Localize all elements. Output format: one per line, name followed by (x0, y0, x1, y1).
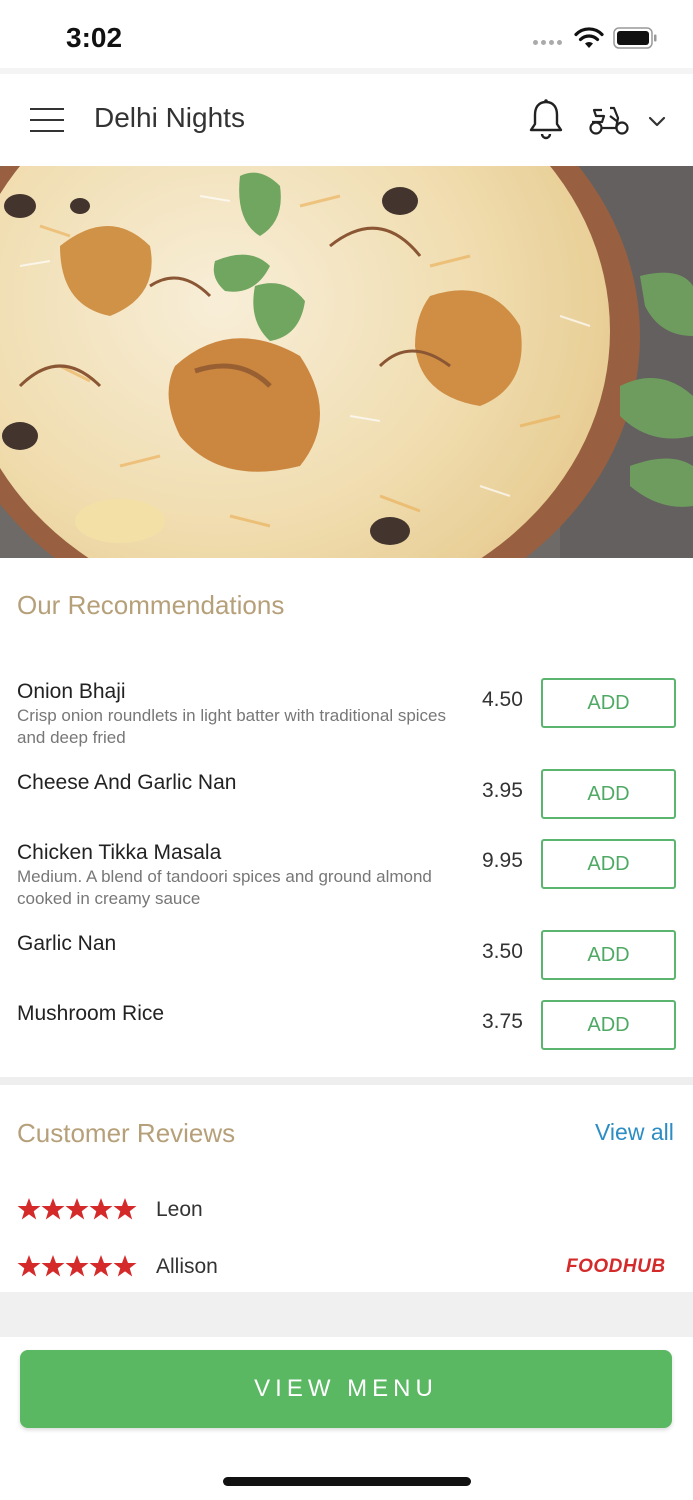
item-name: Chicken Tikka Masala (17, 841, 222, 864)
view-menu-button[interactable]: VIEW MENU (20, 1350, 672, 1428)
wifi-icon (574, 27, 604, 48)
biryani-dish-image (0, 166, 693, 558)
app-header: Delhi Nights (0, 74, 693, 166)
item-price: 3.50 (482, 940, 523, 963)
item-name: Garlic Nan (17, 932, 117, 955)
menu-item: Cheese And Garlic Nan 3.95 ADD (0, 769, 693, 819)
hero-image (0, 166, 693, 558)
add-button[interactable]: ADD (541, 1000, 676, 1050)
item-price: 4.50 (482, 688, 523, 711)
item-price: 3.75 (482, 1010, 523, 1033)
battery-icon (613, 27, 657, 49)
home-indicator (223, 1477, 471, 1486)
footer-spacer (0, 1292, 693, 1337)
reviewer-name: Leon (156, 1198, 203, 1221)
bell-icon[interactable] (527, 98, 565, 140)
status-bar: 3:02 (0, 0, 693, 70)
add-button[interactable]: ADD (541, 839, 676, 889)
signal-icon (533, 40, 565, 48)
menu-item: Mushroom Rice 3.75 ADD (0, 1000, 693, 1050)
chevron-down-icon[interactable] (647, 114, 667, 128)
item-name: Mushroom Rice (17, 1002, 165, 1025)
recommendations-title: Our Recommendations (17, 590, 285, 620)
delivery-scooter-icon[interactable] (588, 102, 630, 136)
hamburger-menu-icon[interactable] (30, 108, 64, 132)
reviews-title: Customer Reviews (17, 1118, 236, 1148)
menu-item: Garlic Nan 3.50 ADD (0, 930, 693, 980)
foodhub-logo: FOODHUB (566, 1256, 666, 1277)
restaurant-title: Delhi Nights (94, 102, 245, 133)
star-rating-icon (17, 1198, 137, 1220)
review-row: Leon (0, 1197, 693, 1229)
add-button[interactable]: ADD (541, 769, 676, 819)
add-button[interactable]: ADD (541, 930, 676, 980)
status-time: 3:02 (66, 22, 123, 53)
section-divider (0, 1077, 693, 1085)
menu-item: Chicken Tikka Masala Medium. A blend of … (0, 839, 693, 919)
item-description: Crisp onion roundlets in light batter wi… (17, 706, 447, 747)
view-all-link[interactable]: View all (595, 1119, 674, 1146)
menu-item: Onion Bhaji Crisp onion roundlets in lig… (0, 678, 693, 758)
item-description: Medium. A blend of tandoori spices and g… (17, 867, 432, 908)
item-price: 3.95 (482, 779, 523, 802)
add-button[interactable]: ADD (541, 678, 676, 728)
item-name: Cheese And Garlic Nan (17, 771, 237, 794)
star-rating-icon (17, 1255, 137, 1277)
review-row: Allison FOODHUB (0, 1254, 693, 1286)
reviewer-name: Allison (156, 1255, 218, 1278)
item-price: 9.95 (482, 849, 523, 872)
item-name: Onion Bhaji (17, 680, 126, 703)
